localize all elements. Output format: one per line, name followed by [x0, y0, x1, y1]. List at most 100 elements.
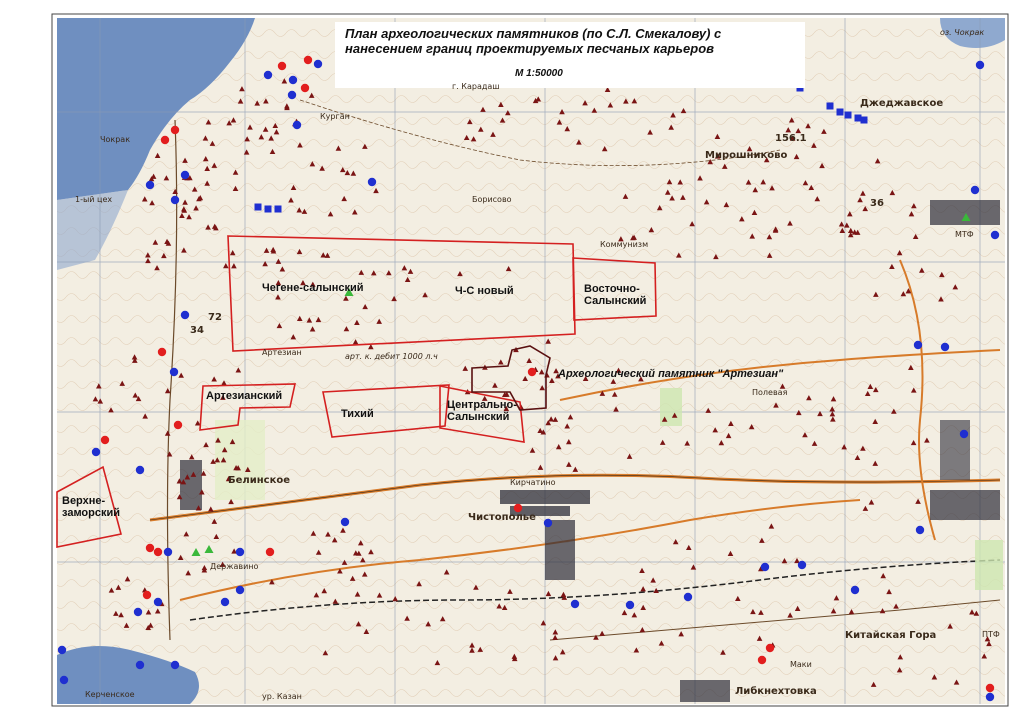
- site-blue-marker: [970, 185, 980, 195]
- site-blue-marker: [367, 177, 377, 187]
- quarry-label-centralno-salynsky: Центрально- Салынский: [447, 399, 517, 423]
- map-label-kirchatino: Кирчатино: [510, 478, 556, 487]
- site-blue-marker: [235, 547, 245, 557]
- site-blue-marker: [292, 120, 302, 130]
- map-label-ur-kazan: ур. Казан: [262, 692, 302, 701]
- site-red-marker: [100, 435, 110, 445]
- site-blue-marker: [288, 75, 298, 85]
- map-label-maki: Маки: [790, 660, 812, 669]
- site-blue-marker: [220, 597, 230, 607]
- site-blue-marker: [543, 518, 553, 528]
- site-red-marker: [153, 547, 163, 557]
- site-blue-marker: [263, 70, 273, 80]
- quarry-label-artezianskiy: Артезианский: [206, 390, 283, 402]
- site-red-marker: [157, 347, 167, 357]
- map-label-kurgan: Курган: [320, 112, 350, 121]
- site-red-marker: [765, 643, 775, 653]
- map-label-1y-tsekh: 1-ый цех: [75, 195, 113, 204]
- map-title: План археологических памятников (по С.Л.…: [345, 26, 722, 56]
- site-blue-marker: [985, 692, 995, 702]
- site-blue-marker: [850, 585, 860, 595]
- site-blue-marker: [133, 607, 143, 617]
- site-square-marker: [854, 114, 862, 122]
- map-label-artezian: Артезиан: [262, 348, 302, 357]
- site-blue-marker: [570, 599, 580, 609]
- site-square-marker: [836, 108, 844, 116]
- map-label-derzhavino: Державино: [210, 562, 259, 571]
- map-label-72: 72: [208, 312, 222, 323]
- quarry-label-verkhne-zamorskiy: Верхне- заморский: [62, 495, 121, 519]
- map-label-34: 34: [190, 325, 204, 336]
- site-blue-marker: [91, 447, 101, 457]
- site-red-marker: [527, 367, 537, 377]
- site-blue-marker: [180, 310, 190, 320]
- site-red-marker: [985, 683, 995, 693]
- site-square-marker: [826, 102, 834, 110]
- site-blue-marker: [797, 560, 807, 570]
- site-red-marker: [300, 83, 310, 93]
- map-label-belinskoe: Белинское: [228, 475, 291, 486]
- site-blue-marker: [235, 585, 245, 595]
- site-blue-marker: [760, 562, 770, 572]
- quarry-label-chegene-salynsky: Чегене-салынский: [262, 282, 364, 294]
- site-blue-marker: [169, 367, 179, 377]
- site-red-marker: [142, 590, 152, 600]
- site-blue-marker: [170, 195, 180, 205]
- site-blue-marker: [180, 170, 190, 180]
- site-square-marker: [844, 111, 852, 119]
- site-blue-marker: [135, 660, 145, 670]
- site-square-marker: [274, 205, 282, 213]
- map-label-miroshnikovo: Мирошниково: [705, 150, 788, 161]
- map-label-libknekhtovka: Либкнехтовка: [735, 686, 817, 697]
- map-label-ptf: ПТФ: [982, 630, 1000, 639]
- site-blue-marker: [170, 660, 180, 670]
- site-red-marker: [265, 547, 275, 557]
- map-label-156-1: 156.1: [775, 133, 807, 144]
- site-blue-marker: [59, 675, 69, 685]
- site-blue-marker: [57, 645, 67, 655]
- site-square-marker: [254, 203, 262, 211]
- site-red-marker: [277, 61, 287, 71]
- map-label-chokrak: Чокрак: [100, 135, 131, 144]
- site-red-marker: [160, 135, 170, 145]
- site-blue-marker: [959, 429, 969, 439]
- site-blue-marker: [683, 592, 693, 602]
- map-label-chistopolye: Чистополье: [468, 512, 536, 523]
- quarry-label-chs-novyi: Ч-С новый: [455, 285, 514, 297]
- site-blue-marker: [915, 525, 925, 535]
- site-blue-marker: [313, 59, 323, 69]
- site-red-marker: [173, 420, 183, 430]
- monument-label: Археологический памятник "Артезиан": [558, 368, 784, 380]
- map-label-karadash: г. Карадаш: [452, 82, 500, 91]
- map-scale: М 1:50000: [515, 68, 563, 79]
- site-red-marker: [303, 55, 313, 65]
- site-blue-marker: [940, 342, 950, 352]
- quarry-label-tikhiy: Тихий: [341, 408, 374, 420]
- site-red-marker: [513, 503, 523, 513]
- site-square-marker: [860, 116, 868, 124]
- map-label-kitayskaya-gora: Китайская Гора: [845, 630, 937, 641]
- site-square-marker: [264, 205, 272, 213]
- site-blue-marker: [145, 180, 155, 190]
- quarry-label-vostochno-salynsky: Восточно- Салынский: [584, 283, 647, 307]
- site-blue-marker: [287, 90, 297, 100]
- map-label-polevaya: Полевая: [752, 388, 788, 397]
- map-label-dzhedzhavskoe: Джеджавское: [860, 98, 944, 109]
- site-red-marker: [145, 543, 155, 553]
- site-blue-marker: [625, 600, 635, 610]
- site-blue-marker: [153, 597, 163, 607]
- map-label-artesian-well: арт. к. дебит 1000 л.ч: [345, 352, 438, 361]
- map-label-kommunizm: Коммунизм: [600, 240, 649, 249]
- map-label-borisovo: Борисово: [472, 195, 512, 204]
- site-blue-marker: [975, 60, 985, 70]
- site-red-marker: [757, 655, 767, 665]
- site-blue-marker: [135, 465, 145, 475]
- site-blue-marker: [340, 517, 350, 527]
- site-blue-marker: [163, 547, 173, 557]
- map-label-oz-chokrak: оз. Чокрак: [940, 28, 985, 37]
- map-label-kerchenskoe: Керченское: [85, 690, 135, 699]
- site-blue-marker: [913, 340, 923, 350]
- map-label-mtf: МТФ: [955, 230, 974, 239]
- site-blue-marker: [990, 230, 1000, 240]
- site-red-marker: [170, 125, 180, 135]
